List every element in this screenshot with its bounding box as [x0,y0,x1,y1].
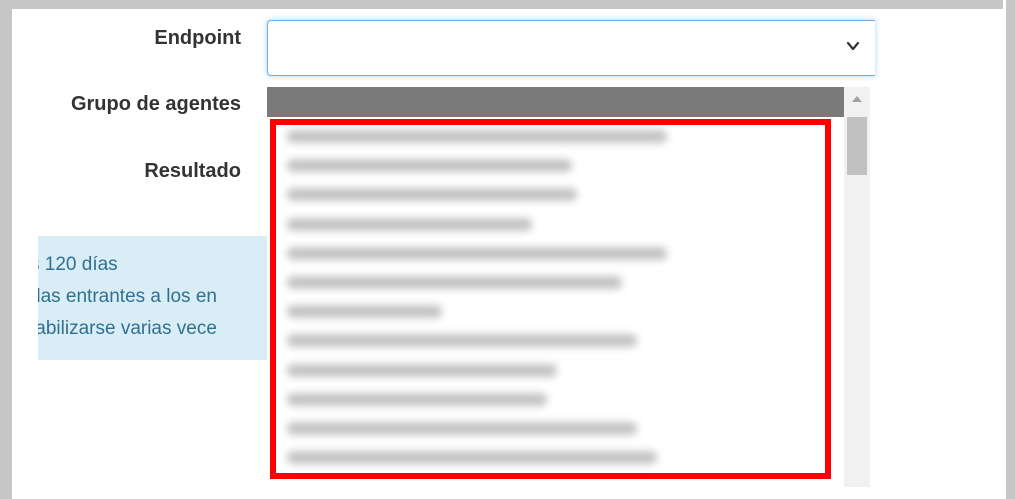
red-highlight-box [270,119,831,479]
dropdown-selected-option[interactable] [267,87,844,117]
window-frame-left [0,0,12,499]
info-line-3: tabilizarse varias vece [38,318,217,339]
scroll-up-icon[interactable] [852,96,862,102]
chevron-down-icon[interactable] [845,38,861,54]
window-frame-top [0,0,1015,9]
info-alert: s 120 días das entrantes a los en tabili… [38,236,270,360]
info-line-2: das entrantes a los en [38,286,217,307]
info-line-1: s 120 días [38,254,118,275]
resultado-label: Resultado [144,160,241,182]
grupo-de-agentes-label: Grupo de agentes [70,93,241,115]
window-frame-right [1006,0,1015,499]
endpoint-select[interactable] [267,20,875,76]
endpoint-label: Endpoint [154,27,241,49]
scrollbar-thumb[interactable] [847,117,867,175]
